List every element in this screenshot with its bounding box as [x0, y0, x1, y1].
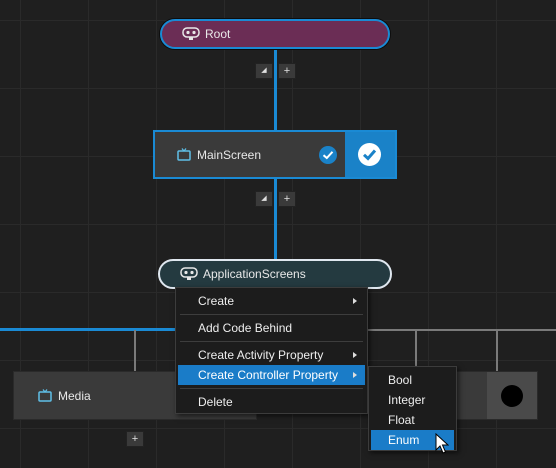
main-screen-node[interactable]: MainScreen: [153, 130, 397, 179]
connector-media-drop: [134, 330, 136, 371]
application-screens-label: ApplicationScreens: [203, 267, 306, 281]
context-menu: Create Add Code Behind Create Activity P…: [175, 287, 368, 414]
tv-icon: [177, 148, 191, 161]
submenu-item-float[interactable]: Float: [371, 410, 454, 430]
menu-divider: [180, 341, 363, 342]
menu-item-create-activity-property[interactable]: Create Activity Property: [178, 345, 365, 365]
robot-icon: [182, 27, 200, 40]
menu-item-create[interactable]: Create: [178, 291, 365, 311]
connector-right-branch: [368, 329, 556, 331]
main-collapse-button[interactable]: ◢: [255, 191, 273, 207]
main-screen-active-toggle[interactable]: [345, 132, 395, 177]
sibling-node-toggle[interactable]: [487, 372, 537, 419]
menu-item-label: Create Activity Property: [198, 348, 324, 362]
main-add-button[interactable]: +: [278, 191, 296, 207]
menu-divider: [180, 388, 363, 389]
check-circle-icon[interactable]: [319, 146, 337, 164]
media-add-button[interactable]: +: [126, 431, 144, 447]
mouse-cursor-icon: [435, 433, 449, 454]
root-node[interactable]: Root: [160, 19, 390, 49]
submenu-item-integer[interactable]: Integer: [371, 390, 454, 410]
checkmark-icon: [358, 143, 381, 166]
connector-left-branch: [0, 328, 176, 331]
main-screen-label: MainScreen: [197, 147, 262, 162]
root-node-label: Root: [205, 27, 231, 41]
connector-main-appscreens: [274, 179, 277, 260]
root-add-button[interactable]: +: [278, 63, 296, 79]
submenu-item-bool[interactable]: Bool: [371, 370, 454, 390]
application-screens-node[interactable]: ApplicationScreens: [158, 259, 392, 289]
menu-item-label: Create Controller Property: [198, 368, 339, 382]
tv-icon: [38, 389, 52, 402]
menu-item-label: Delete: [198, 395, 233, 409]
submenu-arrow-icon: [353, 352, 357, 358]
menu-divider: [180, 314, 363, 315]
connector-right-drop-2: [496, 330, 498, 371]
submenu-arrow-icon: [353, 372, 357, 378]
root-collapse-button[interactable]: ◢: [255, 63, 273, 79]
circle-indicator-icon: [501, 385, 523, 407]
menu-item-label: Add Code Behind: [198, 321, 293, 335]
menu-item-label: Create: [198, 294, 235, 308]
connector-root-main: [274, 49, 277, 131]
submenu-arrow-icon: [353, 298, 357, 304]
robot-icon: [180, 267, 198, 280]
menu-item-delete[interactable]: Delete: [178, 392, 365, 412]
menu-item-add-code-behind[interactable]: Add Code Behind: [178, 318, 365, 338]
media-label: Media: [58, 388, 91, 403]
menu-item-create-controller-property[interactable]: Create Controller Property: [178, 365, 365, 385]
connector-right-drop-1: [415, 330, 417, 366]
sibling-node[interactable]: [456, 371, 538, 420]
